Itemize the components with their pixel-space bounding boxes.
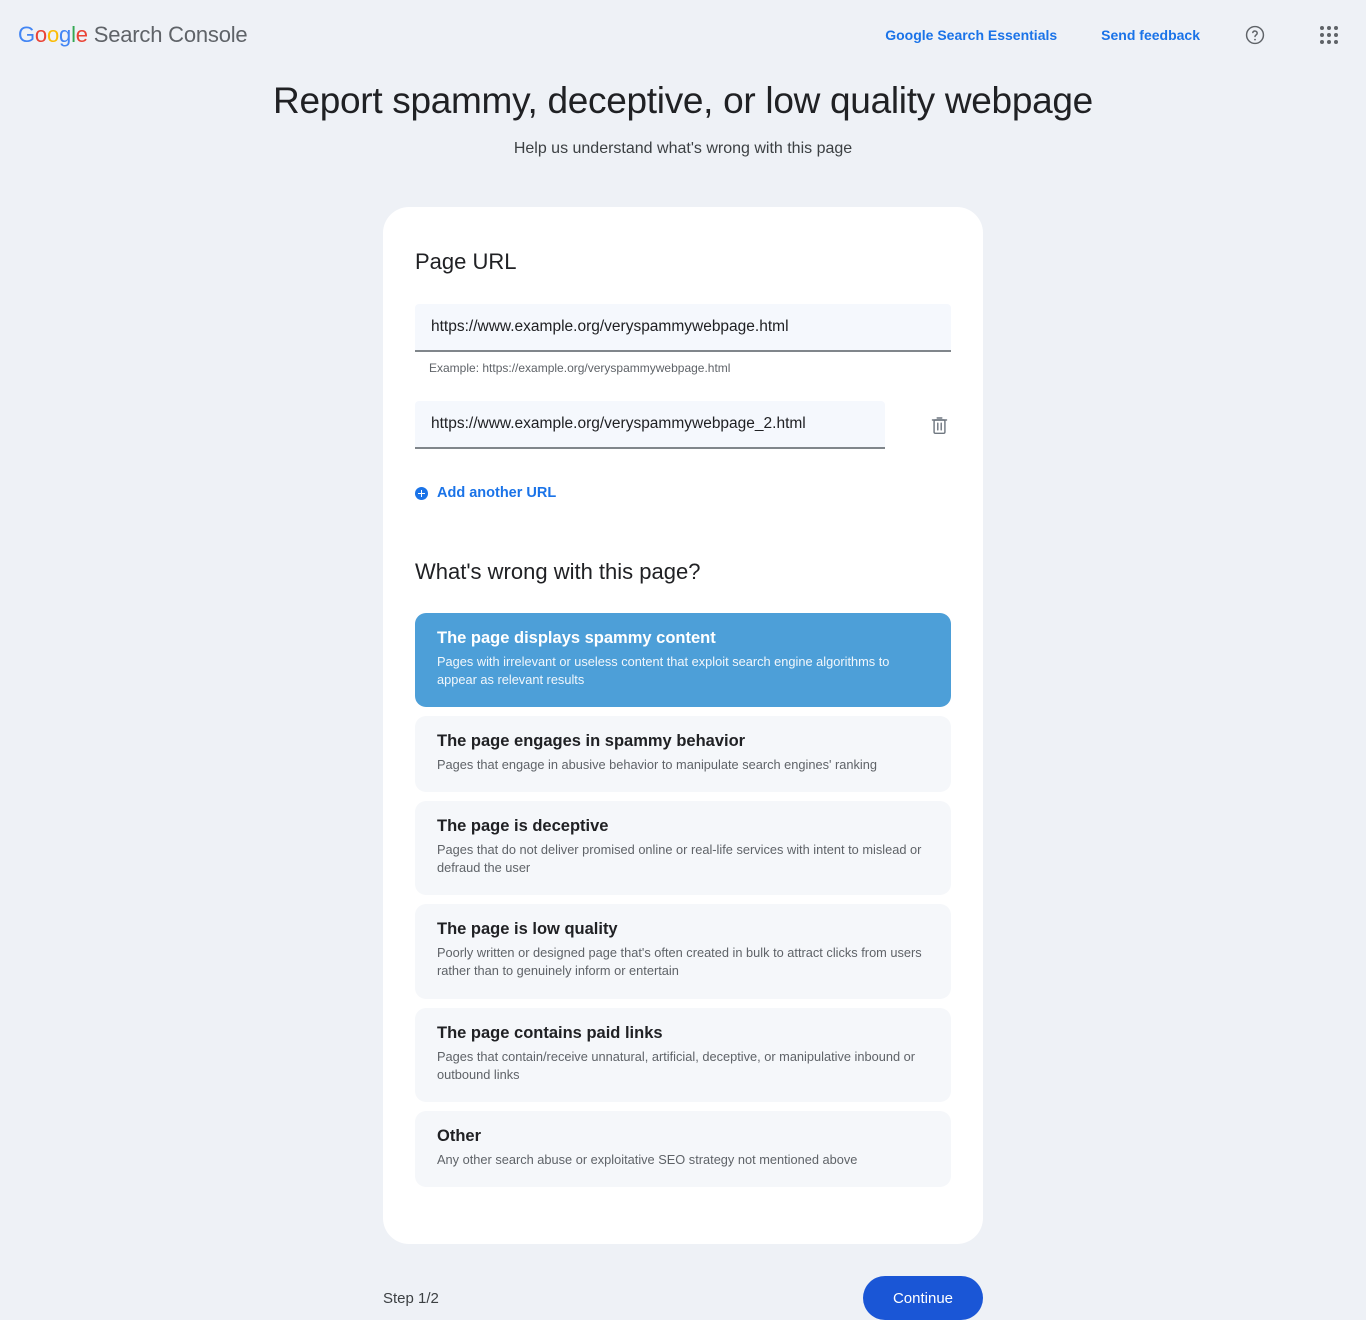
top-header-bar: Google Search Console Google Search Esse… — [0, 0, 1366, 70]
google-search-console-logo: Google Search Console — [18, 22, 248, 48]
logo-letter-o2: o — [46, 22, 60, 47]
plus-circle-icon — [415, 486, 428, 500]
page-url-heading: Page URL — [415, 249, 517, 274]
option-title: Other — [437, 1126, 482, 1145]
continue-button[interactable]: Continue — [862, 1276, 983, 1320]
option-title: The page displays spammy content — [437, 628, 716, 647]
apps-grid-icon[interactable] — [1316, 22, 1342, 48]
option-description: Pages that do not deliver promised onlin… — [437, 841, 922, 876]
option-title: The page contains paid links — [437, 1023, 663, 1042]
issue-section-heading: What's wrong with this page? — [415, 558, 701, 584]
add-another-url-label: Add another URL — [437, 485, 557, 501]
google-search-essentials-link[interactable]: Google Search Essentials — [885, 27, 1057, 43]
page-subtitle: Help us understand what's wrong with thi… — [513, 140, 853, 157]
option-title: The page is deceptive — [437, 816, 609, 835]
form-footer: Step 1/2 Continue — [383, 1276, 983, 1320]
report-form-card: Page URL Example: https://example.org/ve… — [383, 207, 983, 1245]
secondary-url-row — [415, 401, 951, 449]
send-feedback-link[interactable]: Send feedback — [1101, 27, 1200, 43]
option-other[interactable]: Other Any other search abuse or exploita… — [415, 1110, 951, 1188]
option-description: Poorly written or designed page that's o… — [437, 945, 922, 979]
option-low-quality[interactable]: The page is low quality Poorly written o… — [415, 904, 951, 999]
logo-letter-o1: o — [34, 22, 47, 47]
option-description: Pages with irrelevant or useless content… — [437, 653, 890, 687]
page-url-input-2[interactable] — [415, 401, 885, 449]
add-another-url-button[interactable]: Add another URL — [415, 485, 556, 501]
page-url-helper-text: Example: https://example.org/veryspammyw… — [429, 361, 731, 375]
logo-letter-g2: g — [59, 22, 72, 47]
option-deceptive[interactable]: The page is deceptive Pages that do not … — [415, 800, 951, 896]
page-url-input-1[interactable] — [415, 304, 951, 352]
option-paid-links[interactable]: The page contains paid links Pages that … — [415, 1007, 951, 1102]
help-icon[interactable] — [1242, 22, 1268, 48]
logo-letter-e: e — [75, 22, 88, 47]
step-indicator: Step 1/2 — [383, 1289, 439, 1307]
option-spammy-content[interactable]: The page displays spammy content Pages w… — [415, 612, 951, 707]
page-title: Report spammy, deceptive, or low quality… — [273, 80, 1093, 121]
option-title: The page engages in spammy behavior — [437, 731, 746, 750]
logo-product-name: Search Console — [87, 22, 248, 47]
logo-letter-g: G — [18, 22, 35, 47]
option-description: Pages that contain/receive unnatural, ar… — [437, 1048, 916, 1082]
trash-icon[interactable] — [927, 413, 951, 437]
primary-url-row — [415, 304, 951, 352]
option-description: Pages that engage in abusive behavior to… — [437, 756, 877, 772]
option-description: Any other search abuse or exploitative S… — [437, 1151, 858, 1167]
option-spammy-behavior[interactable]: The page engages in spammy behavior Page… — [415, 715, 951, 792]
option-title: The page is low quality — [437, 920, 618, 939]
